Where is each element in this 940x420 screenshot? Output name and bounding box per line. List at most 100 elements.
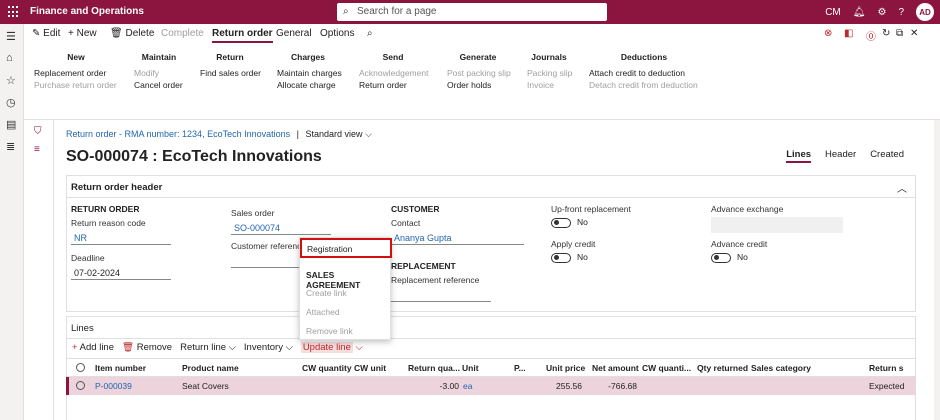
company-code[interactable]: CM [825, 7, 841, 18]
cell-item-number[interactable]: P-000039 [95, 381, 132, 391]
update-line-menu[interactable]: Update line ⌵ [300, 342, 363, 353]
create-link-menu-item[interactable]: Create link [306, 288, 347, 298]
view-selector[interactable]: Standard view ⌵ [306, 129, 372, 139]
office-icon[interactable]: ◧ [844, 28, 853, 39]
complete-button[interactable]: Complete [161, 28, 204, 39]
section-return-order: RETURN ORDER [71, 204, 140, 214]
tab-return-order[interactable]: Return order [212, 28, 273, 43]
col-return-quantity[interactable]: Return qua... [408, 363, 460, 373]
group-return: Return Find sales order [200, 52, 261, 79]
acknowledgement-button[interactable]: Acknowledgement [359, 67, 428, 79]
row-select-radio[interactable] [76, 381, 85, 390]
return-line-menu[interactable]: Return line ⌵ [180, 342, 236, 353]
table-row[interactable]: P-000039 Seat Covers -3.00 ea 255.56 -76… [66, 377, 916, 395]
refresh-icon[interactable]: ↻ [882, 28, 890, 39]
col-unit[interactable]: Unit [462, 363, 479, 373]
star-icon[interactable]: ☆ [6, 74, 16, 87]
col-return-status[interactable]: Return s [869, 363, 903, 373]
cell-unit-price[interactable]: 255.56 [539, 381, 582, 391]
upfront-replacement-field: Up-front replacement No [551, 204, 631, 228]
col-item-number[interactable]: Item number [95, 363, 146, 373]
modify-button[interactable]: Modify [134, 67, 184, 79]
maintain-charges-button[interactable]: Maintain charges [277, 67, 342, 79]
vertical-scrollbar[interactable] [934, 120, 940, 420]
deadline-input[interactable]: 07-02-2024 [71, 266, 171, 280]
popout-icon[interactable]: ⧉ [896, 28, 903, 39]
col-product-name[interactable]: Product name [182, 363, 239, 373]
help-icon[interactable]: ? [898, 7, 904, 18]
return-order-header-panel: Return order header ︿ RETURN ORDER Return… [66, 175, 916, 312]
group-header: Send [382, 52, 404, 62]
breadcrumb-link[interactable]: Return order - RMA number: 1234, EcoTech… [66, 129, 290, 139]
col-unit-price[interactable]: Unit price [546, 363, 585, 373]
upfront-toggle[interactable] [551, 217, 571, 228]
tab-general[interactable]: General [276, 28, 312, 39]
gear-icon[interactable]: ⚙ [877, 7, 886, 18]
attached-menu-item[interactable]: Attached [306, 307, 340, 317]
col-net-amount[interactable]: Net amount [592, 363, 639, 373]
order-holds-button[interactable]: Order holds [447, 79, 509, 91]
col-sales-category[interactable]: Sales category [751, 363, 811, 373]
sales-order-input[interactable]: SO-000074 [231, 221, 331, 235]
col-qty-returned[interactable]: Qty returned [697, 363, 748, 373]
advance-credit-field: Advance credit No [711, 239, 767, 263]
purchase-return-order-button[interactable]: Purchase return order [34, 79, 118, 91]
cancel-order-button[interactable]: Cancel order [134, 79, 184, 91]
allocate-charge-button[interactable]: Allocate charge [277, 79, 339, 91]
post-packing-slip-button[interactable]: Post packing slip [447, 67, 511, 79]
cell-unit[interactable]: ea [463, 381, 472, 391]
search-input[interactable]: ⌕ Search for a page [337, 3, 607, 21]
close-icon[interactable]: ✕ [910, 28, 918, 39]
inventory-menu[interactable]: Inventory ⌵ [244, 342, 293, 353]
registration-menu-item[interactable]: Registration [300, 238, 392, 258]
invoice-journal-button[interactable]: Invoice [527, 79, 571, 91]
hamburger-icon[interactable]: ☰ [6, 30, 16, 43]
panel-header[interactable]: Return order header ︿ [67, 176, 915, 198]
tab-lines[interactable]: Lines [786, 149, 812, 163]
col-p[interactable]: P... [514, 363, 526, 373]
cell-return-quantity[interactable]: -3.00 [419, 381, 459, 391]
personalize-icon[interactable]: ⊗ [824, 28, 832, 39]
col-cw-unit[interactable]: CW unit [354, 363, 386, 373]
related-list-icon[interactable]: ≡ [34, 144, 40, 155]
group-maintain: Maintain Modify Cancel order [134, 52, 184, 91]
remove-link-menu-item[interactable]: Remove link [306, 326, 353, 336]
col-cw-quantity[interactable]: CW quantity [302, 363, 352, 373]
ribbon-search-icon[interactable]: ⌕ [367, 28, 373, 39]
detach-credit-button[interactable]: Detach credit from deduction [589, 79, 699, 91]
tab-created[interactable]: Created [870, 149, 904, 163]
attach-credit-button[interactable]: Attach credit to deduction [589, 67, 699, 79]
packing-slip-journal-button[interactable]: Packing slip [527, 67, 572, 79]
section-customer: CUSTOMER [391, 204, 440, 214]
replacement-order-button[interactable]: Replacement order [34, 67, 118, 79]
replacement-reference-input[interactable] [391, 288, 491, 302]
reason-code-input[interactable]: NR [71, 231, 171, 245]
workspace-icon[interactable]: ▤ [6, 118, 16, 131]
deadline-field: Deadline 07-02-2024 [71, 253, 171, 280]
avatar[interactable]: AD [916, 3, 934, 21]
edit-button[interactable]: ✎ Edit [32, 28, 60, 39]
find-sales-order-button[interactable]: Find sales order [200, 67, 261, 79]
field-label: Advance credit [711, 239, 768, 249]
list-icon[interactable]: ≣ [6, 140, 15, 153]
chevron-up-icon[interactable]: ︿ [897, 180, 907, 195]
app-launcher-icon[interactable] [8, 6, 20, 18]
clock-icon[interactable]: ◷ [6, 96, 16, 109]
add-line-button[interactable]: + Add line [72, 342, 114, 353]
apply-credit-toggle[interactable] [551, 252, 571, 263]
filter-icon[interactable]: ⛉ [34, 126, 42, 137]
home-icon[interactable]: ⌂ [6, 52, 13, 64]
bell-icon[interactable]: 🔔︎ [853, 7, 866, 18]
contact-input[interactable]: Ananya Gupta [391, 231, 524, 245]
advance-credit-toggle[interactable] [711, 252, 731, 263]
send-return-order-button[interactable]: Return order [359, 79, 427, 91]
remove-button[interactable]: 🗑︎ Remove [122, 342, 172, 353]
field-label: Deadline [71, 253, 105, 263]
tab-header[interactable]: Header [825, 149, 856, 163]
attachment-icon[interactable]: ⓪ [866, 28, 876, 43]
col-cw-quantity-2[interactable]: CW quanti... [642, 363, 691, 373]
tab-options[interactable]: Options [320, 28, 354, 39]
new-button[interactable]: + New [68, 28, 97, 39]
delete-button[interactable]: 🗑︎ Delete [110, 28, 154, 39]
select-all-radio[interactable] [76, 363, 85, 372]
